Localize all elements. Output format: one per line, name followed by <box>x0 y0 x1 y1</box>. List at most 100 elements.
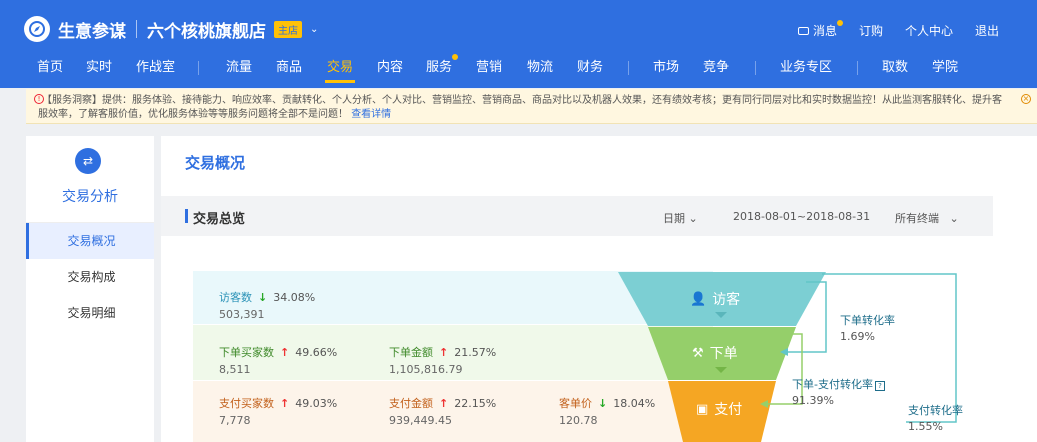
notice-text: 【服务洞察】提供：服务体验、接待能力、响应效率、贡献转化、个人分析、个人对比、营… <box>38 95 1002 120</box>
metric-change: 34.08% <box>273 291 316 304</box>
conversion-value: 1.55% <box>908 420 943 433</box>
metric-label: 客单价 <box>559 397 592 410</box>
help-icon[interactable]: ? <box>874 381 885 391</box>
date-range[interactable]: 2018-08-01~2018-08-31 <box>733 210 870 223</box>
exchange-icon: ⇄ <box>75 148 101 174</box>
stage-name: 下单 <box>709 346 738 362</box>
notice-bar: ! 【服务洞察】提供：服务体验、接待能力、响应效率、贡献转化、个人分析、个人对比… <box>26 89 1037 124</box>
arrow-down-icon: ↓ <box>598 397 608 410</box>
brand-divider <box>136 20 137 38</box>
nav-item-traffic[interactable]: 流量 <box>226 56 252 75</box>
conversion-label: 下单-支付转化率 <box>792 378 873 391</box>
nav-item-academy[interactable]: 学院 <box>932 56 958 75</box>
service-dot <box>452 54 459 60</box>
nav-divider <box>628 61 629 75</box>
nav-item-service[interactable]: 服务 <box>426 54 459 75</box>
metric-pay-amount: 支付金额 ↑ 22.15% 939,449.45 <box>389 395 496 427</box>
metric-value: 1,105,816.79 <box>389 363 463 376</box>
subscribe-link[interactable]: 订购 <box>859 22 883 39</box>
nav-divider <box>198 61 199 75</box>
section-title: 交易总览 <box>193 212 246 227</box>
nav-item-marketing[interactable]: 营销 <box>476 56 502 75</box>
metric-change: 22.15% <box>454 397 497 410</box>
hammer-icon: ⚒ <box>692 345 704 361</box>
nav-item-service-label: 服务 <box>426 60 453 75</box>
nav-item-product[interactable]: 商品 <box>276 56 302 75</box>
alert-icon: ! <box>34 94 44 104</box>
metric-visitors: 访客数 ↓ 34.08% 503,391 <box>219 289 315 321</box>
chevron-down-icon: ⌄ <box>949 212 959 225</box>
metric-order-buyers: 下单买家数 ↑ 49.66% 8,511 <box>219 344 337 376</box>
nav-item-logistics[interactable]: 物流 <box>527 56 553 75</box>
notice-detail-link[interactable]: 查看详情 <box>351 109 391 120</box>
top-header: 生意参谋 六个核桃旗舰店 主店 ⌄ 消息 订购 个人中心 退出 首页 实时 作战… <box>0 0 1037 88</box>
nav-item-trade[interactable]: 交易 <box>324 56 356 83</box>
metric-pay-buyers: 支付买家数 ↑ 49.03% 7,778 <box>219 395 337 427</box>
nav-item-home[interactable]: 首页 <box>37 56 63 75</box>
metric-value: 939,449.45 <box>389 414 452 427</box>
arrow-down-icon: ↓ <box>258 291 268 304</box>
arrow-up-icon: ↑ <box>439 346 449 359</box>
nav-divider <box>857 61 858 75</box>
section-header: 交易总览 日期 ⌄ 2018-08-01~2018-08-31 所有终端 ⌄ <box>161 196 993 236</box>
shop-name[interactable]: 六个核桃旗舰店 <box>147 17 266 42</box>
metric-label: 下单买家数 <box>219 346 274 359</box>
stage-name: 访客 <box>712 292 741 308</box>
conversion-pay: 支付转化率 1.55% <box>908 402 963 433</box>
metric-label: 下单金额 <box>389 346 433 359</box>
message-link[interactable]: 消息 <box>797 20 843 39</box>
sidebar: ⇄ 交易分析 交易概况 交易构成 交易明细 <box>26 136 154 442</box>
metric-label: 访客数 <box>219 291 252 304</box>
metric-value: 8,511 <box>219 363 251 376</box>
funnel-label-order: ⚒ 下单 <box>692 343 738 363</box>
metric-label: 支付买家数 <box>219 397 274 410</box>
sidebar-item-detail[interactable]: 交易明细 <box>26 295 154 331</box>
brand-name[interactable]: 生意参谋 <box>58 17 126 42</box>
brand: 生意参谋 六个核桃旗舰店 主店 ⌄ <box>24 16 318 42</box>
page-title: 交易概况 <box>185 154 246 172</box>
message-label: 消息 <box>812 24 837 38</box>
nav-item-compete[interactable]: 竞争 <box>703 56 729 75</box>
conversion-value: 1.69% <box>840 330 875 343</box>
wallet-icon: ▣ <box>696 401 709 417</box>
message-dot <box>836 20 843 26</box>
chevron-down-icon: ⌄ <box>688 212 698 225</box>
sidebar-title: 交易分析 <box>62 189 118 205</box>
nav-item-finance[interactable]: 财务 <box>577 56 603 75</box>
conversion-label: 下单转化率 <box>840 314 895 327</box>
metric-label: 支付金额 <box>389 397 433 410</box>
nav-item-warroom[interactable]: 作战室 <box>136 56 175 75</box>
message-icon <box>797 26 809 35</box>
main-nav: 首页 实时 作战室 流量 商品 交易 内容 服务 营销 物流 财务 市场 竞争 … <box>0 54 1037 83</box>
metric-order-amount: 下单金额 ↑ 21.57% 1,105,816.79 <box>389 344 496 376</box>
compass-icon[interactable] <box>24 16 50 42</box>
arrow-up-icon: ↑ <box>439 397 449 410</box>
nav-item-data[interactable]: 取数 <box>882 56 908 75</box>
conversion-order: 下单转化率 1.69% <box>840 312 895 343</box>
stage-name: 支付 <box>714 402 743 418</box>
metric-change: 21.57% <box>454 346 497 359</box>
logout-link[interactable]: 退出 <box>975 22 999 39</box>
metric-change: 49.03% <box>295 397 338 410</box>
terminal-select[interactable]: 所有终端 ⌄ <box>895 210 959 226</box>
section-marker <box>185 209 188 223</box>
funnel-label-visit: 👤 访客 <box>690 289 740 309</box>
chevron-down-icon[interactable]: ⌄ <box>310 24 318 35</box>
close-icon[interactable]: × <box>1021 94 1031 104</box>
nav-item-content[interactable]: 内容 <box>377 56 403 75</box>
personal-center-link[interactable]: 个人中心 <box>905 22 953 39</box>
metric-value: 7,778 <box>219 414 251 427</box>
nav-item-market[interactable]: 市场 <box>653 56 679 75</box>
arrow-up-icon: ↑ <box>280 397 290 410</box>
metric-change: 49.66% <box>295 346 338 359</box>
nav-item-realtime[interactable]: 实时 <box>86 56 112 75</box>
top-links: 消息 订购 个人中心 退出 <box>797 20 999 39</box>
date-type-select[interactable]: 日期 ⌄ <box>663 210 698 226</box>
sidebar-header: ⇄ 交易分析 <box>26 136 154 223</box>
nav-item-business-zone[interactable]: 业务专区 <box>780 56 832 75</box>
sidebar-item-composition[interactable]: 交易构成 <box>26 259 154 295</box>
sidebar-item-overview[interactable]: 交易概况 <box>26 223 154 259</box>
shop-badge: 主店 <box>274 20 302 38</box>
trade-funnel: 👤 访客 ⚒ 下单 ▣ 支付 下单转化率 1.69% 下单-支付转化率? 91.39%… <box>616 272 966 442</box>
conversion-value: 91.39% <box>792 394 834 407</box>
